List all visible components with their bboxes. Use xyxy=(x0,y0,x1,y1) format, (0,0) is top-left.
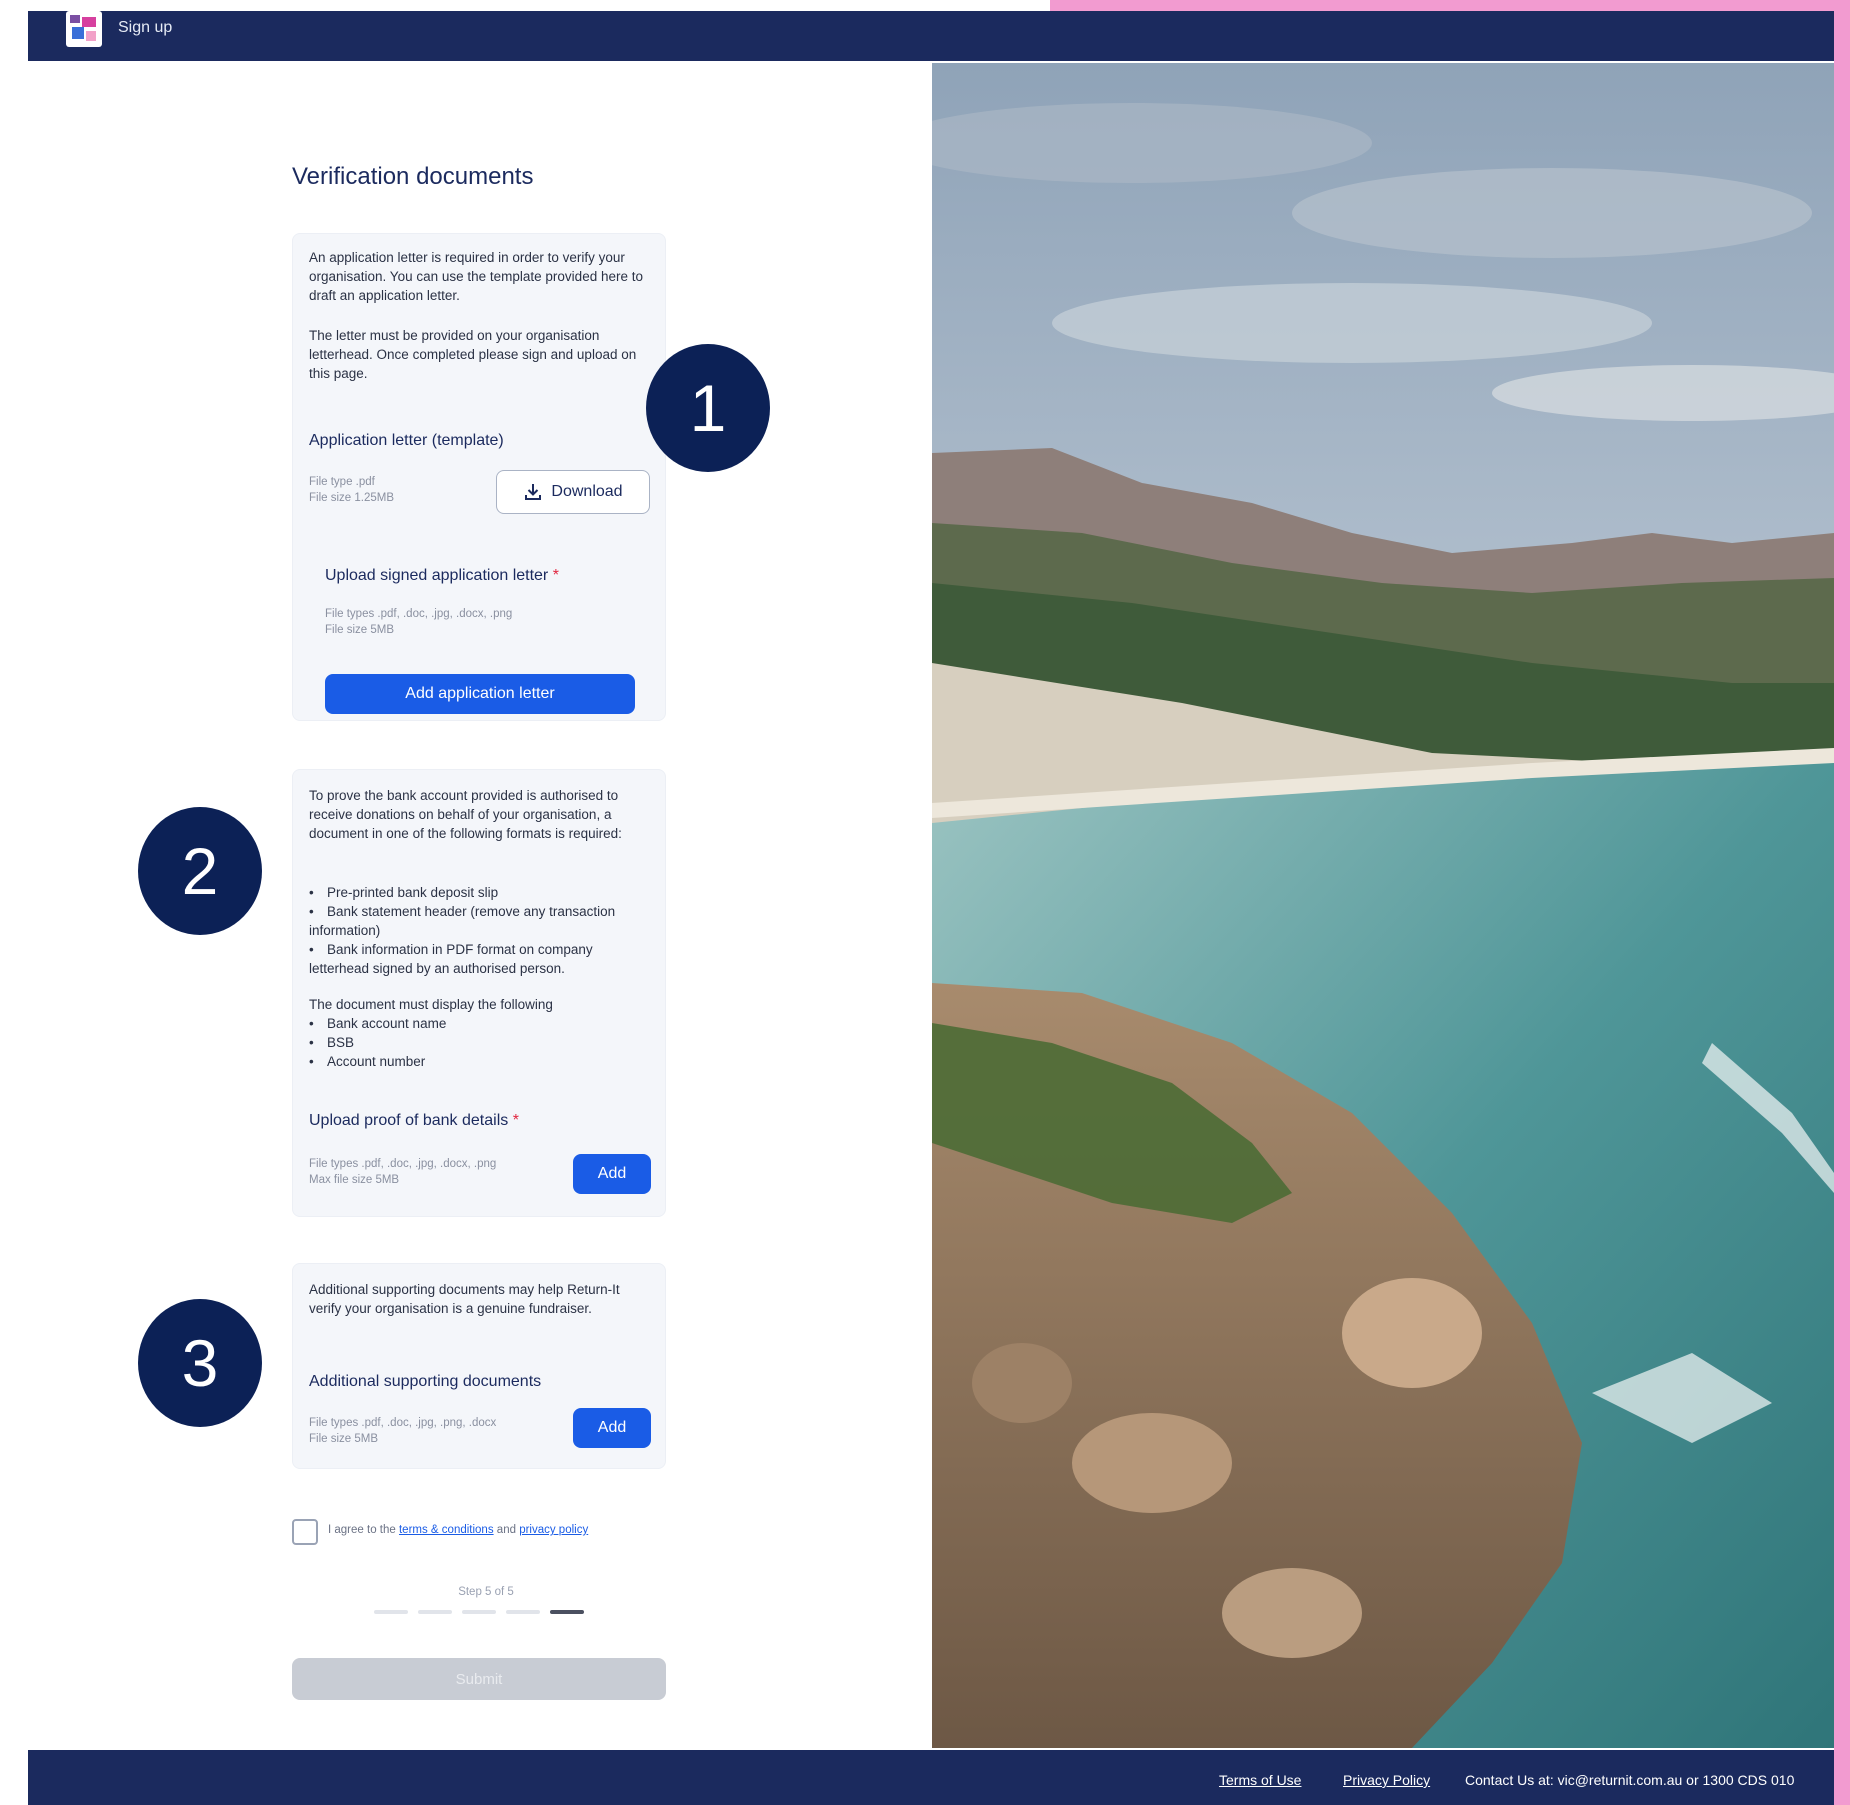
template-file-size: File size 1.25MB xyxy=(309,492,395,504)
step-bar-current xyxy=(550,1610,584,1614)
app-window: Sign up Verification documents An applic… xyxy=(28,11,1834,1805)
coastal-landscape-image xyxy=(932,63,1834,1748)
frame-accent-top xyxy=(1050,0,1850,11)
frame-accent-right xyxy=(1834,0,1850,1805)
list-item: BSB xyxy=(309,1033,655,1052)
download-button[interactable]: Download xyxy=(496,470,650,514)
footer-terms-link[interactable]: Terms of Use xyxy=(1219,1772,1301,1788)
agree-text: I agree to the terms & conditions and pr… xyxy=(328,1524,589,1536)
download-label: Download xyxy=(551,483,623,500)
template-file-type: File type .pdf xyxy=(309,476,375,488)
supporting-file-size: File size 5MB xyxy=(309,1433,379,1445)
add-application-letter-button[interactable]: Add application letter xyxy=(325,674,635,714)
footer-contact: Contact Us at: vic@returnit.com.au or 13… xyxy=(1465,1772,1795,1788)
step-bar xyxy=(506,1610,540,1614)
list-item: Bank information in PDF format on compan… xyxy=(309,940,655,978)
page-title: Verification documents xyxy=(292,163,534,190)
display-intro: The document must display the following xyxy=(309,997,553,1012)
terms-link[interactable]: terms & conditions xyxy=(399,1524,494,1536)
template-label: Application letter (template) xyxy=(309,432,504,449)
list-item: Account number xyxy=(309,1052,655,1071)
step-badge-2: 2 xyxy=(138,807,262,935)
bank-file-types: File types .pdf, .doc, .jpg, .docx, .png xyxy=(309,1158,497,1170)
submit-button[interactable]: Submit xyxy=(292,1658,666,1700)
footer: Terms of Use Privacy Policy Contact Us a… xyxy=(28,1750,1834,1805)
required-mark: * xyxy=(512,1112,519,1129)
application-letter-card: An application letter is required in ord… xyxy=(292,233,666,721)
upload-application-label: Upload signed application letter * xyxy=(325,567,559,584)
upload-file-size: File size 5MB xyxy=(325,624,395,636)
application-intro-2: The letter must be provided on your orga… xyxy=(309,328,637,381)
application-intro-1: An application letter is required in ord… xyxy=(309,250,643,303)
list-item: Bank account name xyxy=(309,1014,655,1033)
step-bar xyxy=(462,1610,496,1614)
step-badge-3: 3 xyxy=(138,1299,262,1427)
upload-file-types: File types .pdf, .doc, .jpg, .docx, .png xyxy=(325,608,513,620)
list-item: Pre-printed bank deposit slip xyxy=(309,883,655,902)
upload-bank-label: Upload proof of bank details * xyxy=(309,1112,519,1129)
bank-intro: To prove the bank account provided is au… xyxy=(309,788,622,841)
bank-proof-card: To prove the bank account provided is au… xyxy=(292,769,666,1217)
agree-checkbox[interactable] xyxy=(292,1519,318,1545)
footer-privacy-link[interactable]: Privacy Policy xyxy=(1343,1772,1430,1788)
step-label: Step 5 of 5 xyxy=(458,1586,514,1598)
privacy-link[interactable]: privacy policy xyxy=(519,1524,588,1536)
header-title: Sign up xyxy=(118,19,173,36)
step-badge-1: 1 xyxy=(646,344,770,472)
display-list: Bank account name BSB Account number xyxy=(309,1014,655,1071)
add-bank-proof-button[interactable]: Add xyxy=(573,1154,651,1194)
supporting-docs-card: Additional supporting documents may help… xyxy=(292,1263,666,1469)
download-icon xyxy=(525,484,542,500)
top-bar: Sign up xyxy=(28,11,1834,61)
brand-logo[interactable] xyxy=(66,11,102,47)
list-item: Bank statement header (remove any transa… xyxy=(309,902,655,940)
supporting-intro: Additional supporting documents may help… xyxy=(309,1282,620,1316)
supporting-file-types: File types .pdf, .doc, .jpg, .png, .docx xyxy=(309,1417,497,1429)
required-mark: * xyxy=(552,567,559,584)
add-supporting-docs-button[interactable]: Add xyxy=(573,1408,651,1448)
bank-format-list: Pre-printed bank deposit slip Bank state… xyxy=(309,883,655,978)
supporting-docs-label: Additional supporting documents xyxy=(309,1373,542,1390)
step-bar xyxy=(374,1610,408,1614)
bank-file-size: Max file size 5MB xyxy=(309,1174,400,1186)
step-bar xyxy=(418,1610,452,1614)
